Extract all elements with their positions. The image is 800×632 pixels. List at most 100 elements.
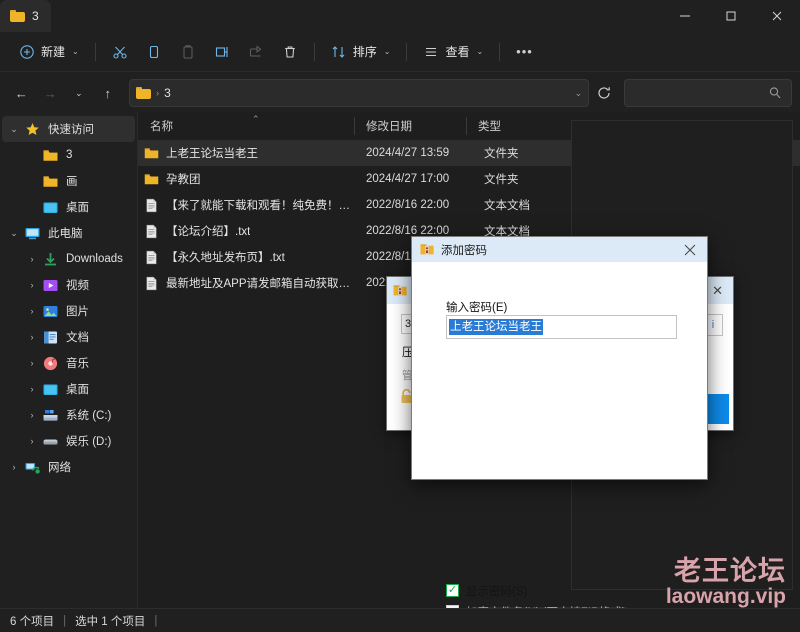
sidebar-item-4[interactable]: ⌄ 此电脑	[2, 220, 135, 246]
chevron-down-icon: ⌄	[383, 47, 391, 56]
trash-icon	[284, 45, 295, 58]
sidebar-item-13[interactable]: › 网络	[2, 454, 135, 480]
checkbox-row-0[interactable]: 显示密码(S)	[446, 580, 678, 601]
sort-button-label: 排序	[352, 45, 377, 59]
chevron-down-icon: ⌄	[476, 47, 484, 56]
recent-locations-button[interactable]: ⌄	[66, 79, 93, 107]
sidebar-item-label: Downloads	[66, 253, 123, 265]
divider	[406, 42, 408, 61]
new-button[interactable]: 新建 ⌄	[10, 37, 88, 67]
expand-chevron-icon[interactable]: ⌄	[6, 124, 22, 135]
sidebar-item-label: 3	[66, 149, 73, 161]
back-button[interactable]: ←	[8, 79, 35, 107]
search-input[interactable]	[624, 79, 792, 107]
sidebar-item-2[interactable]: 画	[2, 168, 135, 194]
expand-chevron-icon[interactable]: ›	[24, 280, 40, 290]
folder-icon	[136, 87, 152, 99]
video-icon	[42, 277, 59, 294]
share-button[interactable]	[239, 37, 273, 67]
ellipsis-icon: •••	[516, 44, 533, 59]
column-header-name[interactable]: 名称 ⌃	[138, 112, 354, 140]
window-tab[interactable]: 3	[0, 0, 51, 32]
checkbox-icon[interactable]	[446, 584, 459, 597]
rename-button[interactable]	[205, 37, 239, 67]
up-button[interactable]: ↑	[94, 79, 121, 107]
status-bar: 6 个项目 | 选中 1 个项目 |	[0, 608, 800, 632]
password-dialog-title: 添加密码	[441, 244, 487, 257]
sidebar-item-8[interactable]: › 文档	[2, 324, 135, 350]
background-dialog-primary-button[interactable]	[705, 394, 729, 424]
more-button[interactable]: •••	[507, 37, 542, 67]
command-bar: 新建 ⌄ 排序 ⌄ 查看 ⌄ •••	[0, 32, 800, 72]
breadcrumb[interactable]: › 3 ⌄	[129, 79, 590, 107]
sort-button[interactable]: 排序 ⌄	[322, 37, 400, 67]
file-date: 2022/8/16 22:00	[366, 199, 450, 211]
breadcrumb-current[interactable]: 3	[164, 86, 171, 100]
expand-chevron-icon[interactable]: ›	[24, 410, 40, 420]
expand-chevron-icon[interactable]: ⌄	[6, 228, 22, 239]
sidebar-item-12[interactable]: › 娱乐 (D:)	[2, 428, 135, 454]
delete-button[interactable]	[273, 37, 307, 67]
sidebar-item-3[interactable]: 桌面	[2, 194, 135, 220]
sidebar-item-5[interactable]: › Downloads	[2, 246, 135, 272]
sidebar-item-10[interactable]: › 桌面	[2, 376, 135, 402]
column-header-date-label: 修改日期	[366, 121, 412, 133]
expand-chevron-icon[interactable]: ›	[24, 254, 40, 264]
expand-chevron-icon[interactable]: ›	[24, 384, 40, 394]
password-dialog-close-button[interactable]	[677, 237, 703, 262]
maximize-button[interactable]	[708, 0, 754, 32]
sidebar-item-label: 视频	[66, 280, 89, 292]
folder-icon	[10, 10, 25, 22]
music-icon	[42, 355, 59, 372]
list-icon	[426, 47, 437, 56]
pc-icon	[24, 225, 41, 242]
new-button-label: 新建	[41, 45, 66, 59]
forward-button[interactable]: →	[37, 79, 64, 107]
sidebar-item-1[interactable]: 3	[2, 142, 135, 168]
sort-ascending-icon: ⌃	[252, 114, 260, 124]
file-name-cell: 孕教团	[144, 171, 360, 187]
sidebar-item-0[interactable]: ⌄ 快速访问	[2, 116, 135, 142]
sidebar-item-label: 桌面	[66, 202, 89, 214]
background-dialog-close-icon[interactable]: ✕	[712, 283, 727, 299]
title-bar: 3	[0, 0, 800, 32]
password-input[interactable]: 上老王论坛当老王	[446, 315, 677, 339]
copy-button[interactable]	[137, 37, 171, 67]
view-button-label: 查看	[445, 45, 470, 59]
column-header-date[interactable]: 修改日期	[354, 112, 466, 140]
sidebar-item-11[interactable]: › 系统 (C:)	[2, 402, 135, 428]
minimize-button[interactable]	[662, 0, 708, 32]
window-controls	[662, 0, 800, 32]
expand-chevron-icon[interactable]: ›	[24, 358, 40, 368]
file-explorer-window: 3 新建 ⌄ 排序 ⌄ 查看 ⌄ ••• ← → ⌄ ↑ › 3 ⌄ ⌄ 快速访…	[0, 0, 800, 632]
file-name-cell: 最新地址及APP请发邮箱自动获取！！！ ....	[144, 275, 360, 291]
drive-icon	[42, 433, 59, 450]
cut-button[interactable]	[103, 37, 137, 67]
refresh-button[interactable]	[591, 80, 616, 106]
expand-chevron-icon[interactable]: ›	[24, 306, 40, 316]
folder-icon	[42, 147, 59, 164]
column-header-type[interactable]: 类型	[466, 112, 576, 140]
sidebar-item-label: 图片	[66, 306, 89, 318]
expand-chevron-icon[interactable]: ›	[24, 436, 40, 446]
pictures-icon	[42, 303, 59, 320]
expand-chevron-icon[interactable]: ›	[24, 332, 40, 342]
documents-icon	[42, 329, 59, 346]
add-password-dialog: 添加密码 输入密码(E) 上老王论坛当老王 显示密码(S) 加密文件名(N) (…	[411, 236, 708, 632]
archive-icon	[393, 284, 407, 295]
sidebar-item-9[interactable]: › 音乐	[2, 350, 135, 376]
chevron-down-icon[interactable]: ⌄	[575, 88, 583, 99]
view-button[interactable]: 查看 ⌄	[414, 37, 492, 67]
sort-icon	[332, 45, 345, 58]
paste-button[interactable]	[171, 37, 205, 67]
sidebar-item-7[interactable]: › 图片	[2, 298, 135, 324]
copy-icon	[149, 45, 158, 58]
close-button[interactable]	[754, 0, 800, 32]
expand-chevron-icon[interactable]: ›	[6, 462, 22, 472]
password-dialog-titlebar: 添加密码	[412, 237, 707, 262]
sidebar-item-label: 系统 (C:)	[66, 410, 112, 422]
file-name-cell: 【来了就能下载和观看！纯免费！】.txt	[144, 197, 360, 213]
sidebar-item-6[interactable]: › 视频	[2, 272, 135, 298]
text-icon	[144, 276, 159, 291]
file-type: 文件夹	[484, 148, 519, 160]
